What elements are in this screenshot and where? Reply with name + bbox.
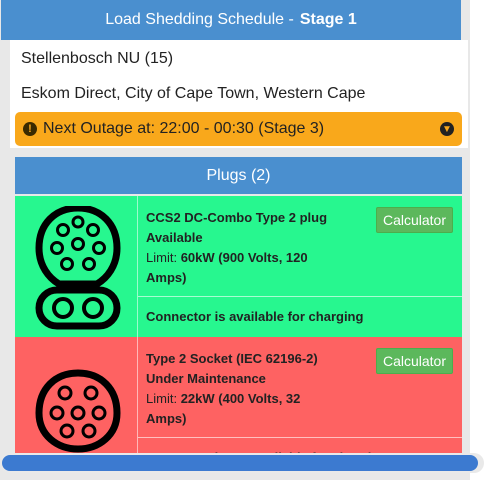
load-shedding-card: Stellenbosch NU (15) Eskom Direct, City … [10, 40, 468, 148]
plug-info: CCS2 DC-Combo Type 2 plug Available Limi… [137, 196, 462, 337]
next-outage-text: Next Outage at: 22:00 - 00:30 (Stage 3) [43, 120, 325, 137]
load-shedding-stage: Stage 1 [299, 11, 357, 28]
load-shedding-provider: Eskom Direct, City of Cape Town, Western… [21, 85, 366, 102]
plug-item: CCS2 DC-Combo Type 2 plug Available Limi… [15, 196, 462, 337]
load-shedding-header: Load Shedding Schedule - Stage 1 [1, 0, 461, 40]
exclamation-icon: ! [23, 122, 37, 136]
ccs2-plug-icon [35, 204, 121, 335]
calculator-button[interactable]: Calculator [375, 348, 453, 374]
load-shedding-title: Load Shedding Schedule - [105, 11, 294, 28]
plug-limit-label: Limit: [146, 391, 178, 406]
plug-limit-label: Limit: [146, 250, 178, 265]
plugs-header: Plugs (2) [15, 157, 462, 194]
scrollbar-thumb[interactable] [2, 455, 478, 471]
type2-socket-icon [35, 369, 121, 458]
calculator-button[interactable]: Calculator [375, 207, 453, 233]
chevron-down-icon[interactable]: ▼ [440, 122, 454, 136]
load-shedding-area: Stellenbosch NU (15) [21, 50, 174, 67]
plug-info: Type 2 Socket (IEC 62196-2) Under Mainte… [137, 337, 462, 467]
next-outage-bar[interactable]: ! Next Outage at: 22:00 - 00:30 (Stage 3… [15, 112, 462, 146]
plug-item: Type 2 Socket (IEC 62196-2) Under Mainte… [15, 337, 462, 467]
plugs-title: Plugs (2) [206, 166, 271, 184]
